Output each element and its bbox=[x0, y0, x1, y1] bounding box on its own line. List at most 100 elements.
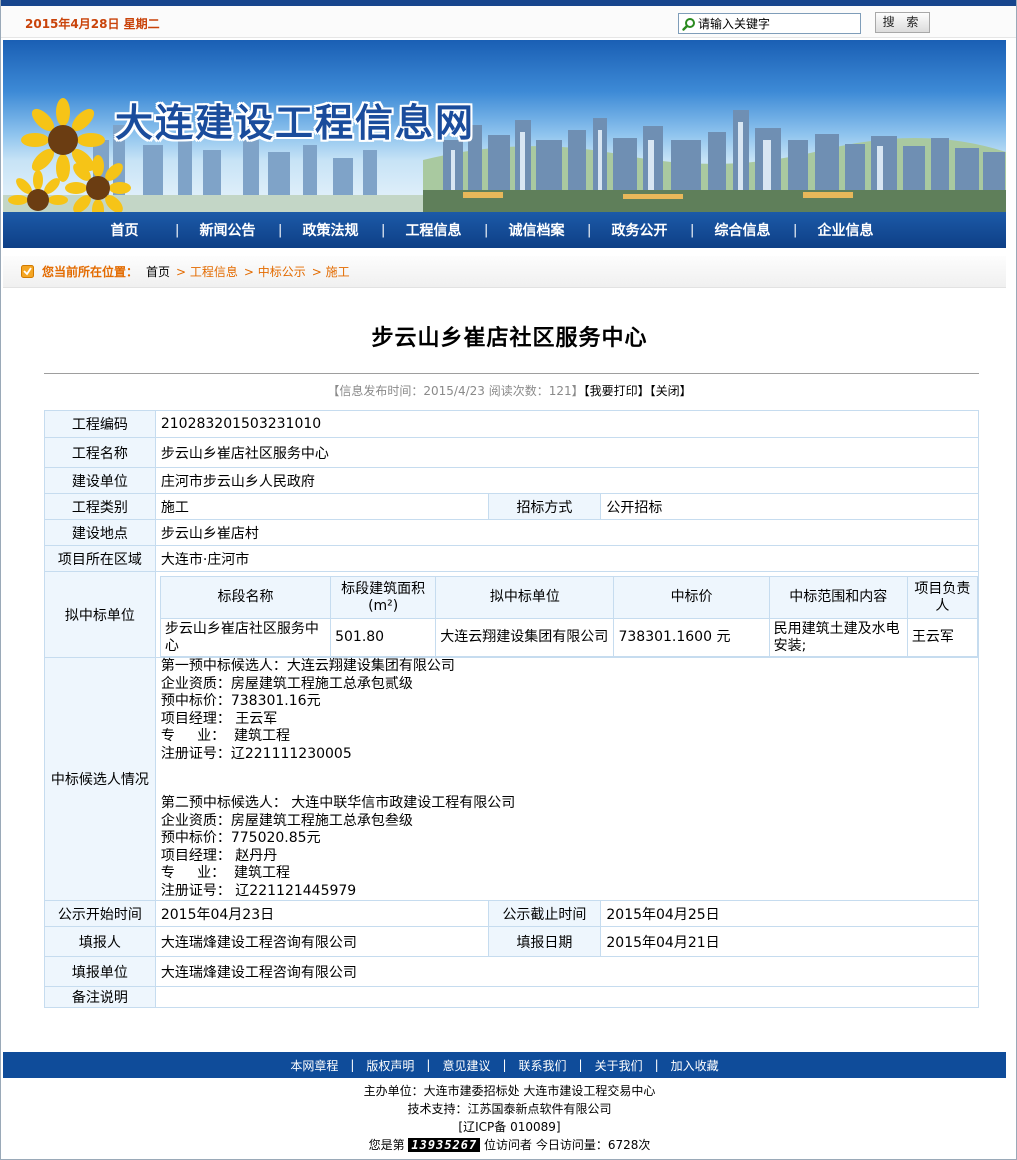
project-type-value: 施工 bbox=[154, 493, 489, 520]
close-link[interactable]: 【关闭】 bbox=[650, 384, 692, 398]
candidate1-specialty: 专 业： 建筑工程 bbox=[160, 728, 291, 744]
footer-separator: | bbox=[654, 1058, 659, 1072]
footer-visitor: 您是第 13935267 位访问者 今日访问量：6728次 bbox=[1, 1136, 1017, 1154]
candidate2-cert: 注册证号： 辽221121445979 bbox=[160, 882, 357, 899]
table-row: 公示开始时间 2015年04月23日 公示截止时间 2015年04月25日 bbox=[44, 900, 979, 927]
footer-separator: | bbox=[502, 1058, 507, 1072]
winner-table: 标段名称 标段建筑面积(m²) 拟中标单位 中标价 中标范围和内容 项目负责人 … bbox=[159, 576, 979, 657]
nav-projects[interactable]: 工程信息 bbox=[382, 220, 485, 240]
section-name: 步云山乡崔店社区服务中心 bbox=[159, 618, 332, 657]
table-row: 备注说明 bbox=[44, 986, 980, 1008]
project-code-value: 210283201503231010 bbox=[154, 410, 980, 438]
nav-credit[interactable]: 诚信档案 bbox=[485, 220, 588, 240]
footer-sponsor: 主办单位：大连市建委招标处 大连市建设工程交易中心 bbox=[363, 1084, 656, 1098]
location-flag-icon bbox=[21, 265, 34, 278]
visitor-prefix: 您是第 bbox=[368, 1138, 405, 1152]
candidates-value: 第一预中标候选人：大连云翔建设集团有限公司 企业资质：房屋建筑工程施工总承包贰级… bbox=[154, 657, 980, 901]
table-row: 填报单位 大连瑞烽建设工程咨询有限公司 bbox=[44, 956, 980, 987]
candidate1-cert: 注册证号：辽221111230005 bbox=[160, 745, 352, 762]
start-value: 2015年04月23日 bbox=[154, 900, 489, 927]
breadcrumb-projects[interactable]: > 工程信息 bbox=[176, 263, 238, 280]
project-name-label: 工程名称 bbox=[44, 437, 156, 468]
nav-enterprise[interactable]: 企业信息 bbox=[794, 220, 897, 240]
file-date-label: 填报日期 bbox=[487, 926, 602, 957]
footer-tech-support: 技术支持：江苏国泰新点软件有限公司 bbox=[407, 1102, 612, 1116]
top-bar: 2015年4月28日 星期二 搜 索 bbox=[1, 6, 1016, 38]
footer-link-contact[interactable]: 联系我们 bbox=[519, 1057, 567, 1074]
scope: 民用建筑土建及水电安装; bbox=[768, 618, 908, 657]
candidate-gap bbox=[161, 763, 973, 795]
bid-method-label: 招标方式 bbox=[487, 493, 602, 520]
breadcrumb: 您当前所在位置： 首页 > 工程信息 > 中标公示 > 施工 bbox=[3, 256, 1006, 288]
candidates-label: 中标候选人情况 bbox=[44, 657, 156, 901]
location-value: 步云山乡崔店村 bbox=[154, 519, 980, 546]
candidate1-qualification: 企业资质：房屋建筑工程施工总承包贰级 bbox=[160, 675, 413, 692]
col-section-area: 标段建筑面积(m²) bbox=[330, 576, 437, 619]
filer-label: 填报人 bbox=[44, 926, 156, 957]
table-row: 工程类别 施工 招标方式 公开招标 bbox=[44, 493, 979, 520]
search-input[interactable] bbox=[698, 16, 858, 31]
candidate1-manager: 项目经理： 王云军 bbox=[160, 710, 278, 727]
col-section-name: 标段名称 bbox=[159, 576, 332, 619]
region-value: 大连市·庄河市 bbox=[154, 545, 980, 572]
breadcrumb-bid-publicity[interactable]: > 中标公示 bbox=[244, 263, 306, 280]
breadcrumb-home[interactable]: 首页 bbox=[146, 263, 170, 280]
candidate2-name: 第二预中标候选人： 大连中联华信市政建设工程有限公司 bbox=[160, 795, 516, 811]
current-date: 2015年4月28日 星期二 bbox=[25, 17, 160, 31]
footer-separator: | bbox=[426, 1058, 431, 1072]
nav-home[interactable]: 首页 bbox=[73, 220, 176, 240]
footer-icp: [辽ICP备 010089] bbox=[458, 1120, 561, 1134]
bid-method-value: 公开招标 bbox=[600, 493, 979, 520]
filer-unit-value: 大连瑞烽建设工程咨询有限公司 bbox=[154, 956, 980, 987]
nav-news[interactable]: 新闻公告 bbox=[176, 220, 279, 240]
end-label: 公示截止时间 bbox=[487, 900, 602, 927]
visitor-suffix: 位访问者 今日访问量：6728次 bbox=[484, 1138, 651, 1152]
table-row: 填报人 大连瑞烽建设工程咨询有限公司 填报日期 2015年04月21日 bbox=[44, 926, 979, 957]
candidate2-qualification: 企业资质：房屋建筑工程施工总承包叁级 bbox=[160, 812, 413, 829]
builder-value: 庄河市步云山乡人民政府 bbox=[154, 467, 980, 494]
footer-link-feedback[interactable]: 意见建议 bbox=[442, 1057, 490, 1074]
file-date-value: 2015年04月21日 bbox=[600, 926, 979, 957]
footer-link-about[interactable]: 关于我们 bbox=[595, 1057, 643, 1074]
table-row: 建设单位 庄河市步云山乡人民政府 bbox=[44, 467, 980, 494]
page-title: 步云山乡崔店社区服务中心 bbox=[371, 326, 648, 351]
table-row: 中标候选人情况 第一预中标候选人：大连云翔建设集团有限公司 企业资质：房屋建筑工… bbox=[44, 657, 980, 901]
table-row: 拟中标单位 标段名称 标段建筑面积(m²) 拟中标单位 中标价 中标范围和内容 … bbox=[44, 571, 980, 658]
manager: 王云军 bbox=[906, 618, 979, 657]
col-scope: 中标范围和内容 bbox=[768, 576, 908, 619]
breadcrumb-label: 您当前所在位置： bbox=[42, 265, 139, 279]
sunflower-decoration bbox=[8, 98, 131, 212]
builder-label: 建设单位 bbox=[44, 467, 156, 494]
candidate1-price: 预中标价：738301.16元 bbox=[160, 693, 321, 709]
publish-info: 【信息发布时间：2015/4/23 阅读次数：121】 bbox=[327, 384, 584, 398]
nav-policy[interactable]: 政策法规 bbox=[279, 220, 382, 240]
winner-label: 拟中标单位 bbox=[44, 571, 156, 658]
table-row: 工程编码 210283201503231010 bbox=[44, 410, 980, 438]
page: 2015年4月28日 星期二 搜 索 bbox=[0, 0, 1017, 1160]
project-info-table: 工程编码 210283201503231010 工程名称 步云山乡崔店社区服务中… bbox=[44, 410, 980, 1008]
winner-unit: 大连云翔建设集团有限公司 bbox=[435, 618, 615, 657]
location-label: 建设地点 bbox=[44, 519, 156, 546]
col-winner-unit: 拟中标单位 bbox=[435, 576, 615, 619]
footer-link-charter[interactable]: 本网章程 bbox=[290, 1057, 338, 1074]
search-box[interactable] bbox=[678, 13, 861, 34]
footer-link-favorite[interactable]: 加入收藏 bbox=[671, 1057, 719, 1074]
visitor-counter: 13935267 bbox=[408, 1138, 481, 1152]
candidate2-price: 预中标价：775020.85元 bbox=[160, 830, 321, 846]
print-link[interactable]: 【我要打印】 bbox=[584, 384, 650, 398]
filer-unit-label: 填报单位 bbox=[44, 956, 156, 987]
search-icon bbox=[682, 17, 696, 31]
nav-general[interactable]: 综合信息 bbox=[691, 220, 794, 240]
winner-row: 步云山乡崔店社区服务中心 501.80 大连云翔建设集团有限公司 738301.… bbox=[159, 618, 979, 657]
candidate2-manager: 项目经理： 赵丹丹 bbox=[160, 847, 278, 864]
footer-info: 主办单位：大连市建委招标处 大连市建设工程交易中心 技术支持：江苏国泰新点软件有… bbox=[1, 1082, 1017, 1154]
winner-header-row: 标段名称 标段建筑面积(m²) 拟中标单位 中标价 中标范围和内容 项目负责人 bbox=[159, 576, 979, 619]
main-nav: 首页 | 新闻公告 | 政策法规 | 工程信息 | 诚信档案 | 政务公开 | … bbox=[3, 212, 1006, 248]
nav-government[interactable]: 政务公开 bbox=[588, 220, 691, 240]
breadcrumb-construction[interactable]: > 施工 bbox=[312, 263, 350, 280]
candidate2-specialty: 专 业： 建筑工程 bbox=[160, 865, 291, 881]
article-meta: 【信息发布时间：2015/4/23 阅读次数：121】【我要打印】【关闭】 bbox=[1, 382, 1017, 399]
search-button[interactable]: 搜 索 bbox=[875, 12, 930, 33]
footer-link-copyright[interactable]: 版权声明 bbox=[366, 1057, 414, 1074]
winner-cell: 标段名称 标段建筑面积(m²) 拟中标单位 中标价 中标范围和内容 项目负责人 … bbox=[154, 571, 980, 658]
